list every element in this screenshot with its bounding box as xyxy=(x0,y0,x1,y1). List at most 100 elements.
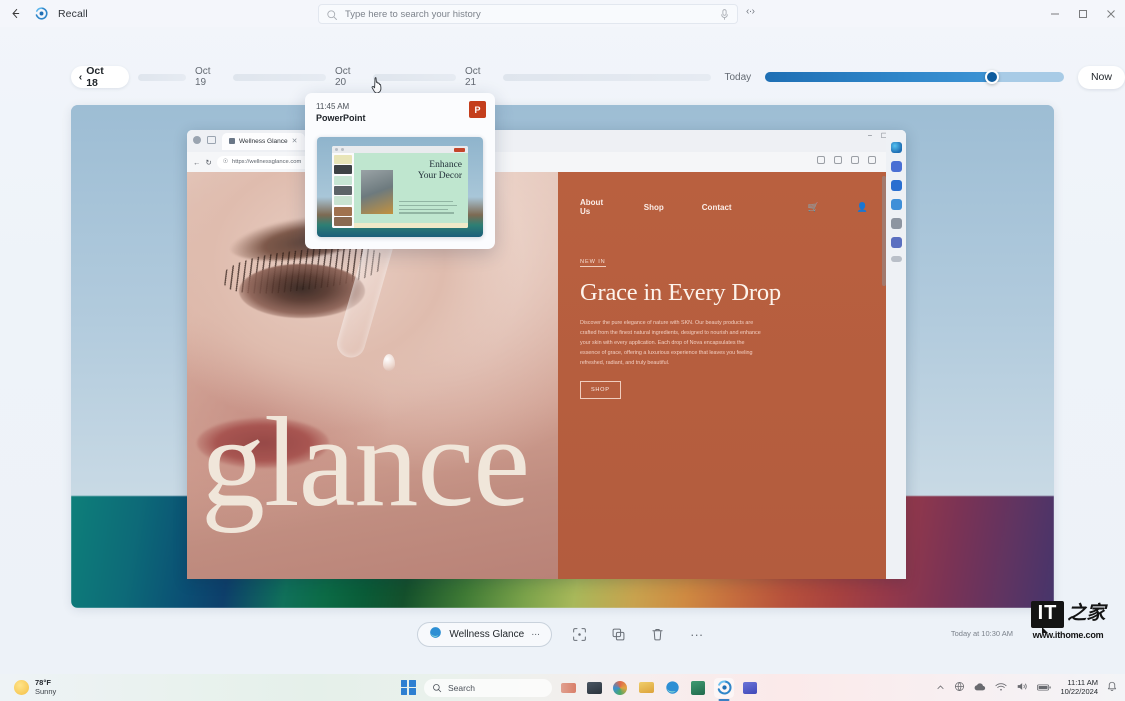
chevron-up-icon[interactable] xyxy=(936,679,945,697)
system-tray: 11:11 AM 10/22/2024 xyxy=(936,674,1117,701)
taskbar-app-file-explorer[interactable] xyxy=(584,678,604,698)
search-input[interactable] xyxy=(345,9,719,20)
volume-icon[interactable] xyxy=(1016,679,1028,697)
sidebar-tool-3-icon[interactable] xyxy=(891,199,902,210)
slide-thumb xyxy=(334,176,352,185)
taskbar-search-box[interactable]: Search xyxy=(424,679,552,697)
watermark-cn-text: 之家 xyxy=(1067,603,1105,624)
cloud-icon[interactable] xyxy=(974,679,986,697)
now-button[interactable]: Now xyxy=(1078,66,1125,89)
snapshot-app-pill[interactable]: Wellness Glance ··· xyxy=(417,622,551,647)
timeline-segment-4[interactable] xyxy=(503,74,711,81)
timeline-selected-date-label: Oct 18 xyxy=(86,65,118,89)
timeline-today-label: Today xyxy=(724,72,751,83)
taskbar-app-teams[interactable] xyxy=(740,678,760,698)
browser-collections-icon[interactable] xyxy=(834,156,842,164)
taskbar-weather-widget[interactable]: 78°F Sunny xyxy=(14,679,56,695)
more-options-icon[interactable]: ··· xyxy=(686,623,708,645)
browser-copilot-icon[interactable] xyxy=(868,156,876,164)
history-search-bar[interactable] xyxy=(318,4,738,24)
taskbar-app-photos[interactable] xyxy=(610,678,630,698)
timeline-slider[interactable] xyxy=(765,72,1064,82)
taskbar-app-folder[interactable] xyxy=(636,678,656,698)
browser-split-screen-icon[interactable] xyxy=(817,156,825,164)
search-icon xyxy=(326,8,338,20)
sidebar-copilot-icon[interactable] xyxy=(891,142,902,153)
browser-minimize-button[interactable]: – xyxy=(868,132,872,140)
browser-tab[interactable]: Wellness Glance ✕ xyxy=(222,133,305,150)
thumbnail-present-button xyxy=(454,148,465,152)
thumbnail-slide-rail xyxy=(332,153,354,228)
account-icon[interactable]: 👤 xyxy=(857,202,868,213)
hover-card-thumbnail[interactable]: Enhance Your Decor xyxy=(317,137,483,237)
wifi-icon[interactable] xyxy=(995,679,1007,697)
site-nav-about-us[interactable]: About Us xyxy=(580,198,606,216)
timeline-date-oct21[interactable]: Oct 21 xyxy=(465,66,494,88)
timeline-segment-2[interactable] xyxy=(233,74,326,81)
site-nav-contact[interactable]: Contact xyxy=(702,203,732,212)
close-button[interactable] xyxy=(1097,0,1125,27)
timeline-date-oct19[interactable]: Oct 19 xyxy=(195,66,224,88)
site-info-icon[interactable]: ☉ xyxy=(223,159,228,165)
browser-tab-search-icon[interactable] xyxy=(207,136,216,144)
site-hero-copy: NEW IN Grace in Every Drop Discover the … xyxy=(558,216,848,399)
browser-address-bar-row: ← ↻ ☉ https://wellnessglance.com xyxy=(187,152,906,172)
timeline-hover-preview-card: 11:45 AM PowerPoint P xyxy=(305,93,495,249)
visual-search-icon[interactable] xyxy=(569,623,591,645)
timeline-slider-fill xyxy=(765,72,992,82)
titlebar-more-button[interactable]: ‹·› xyxy=(746,6,755,17)
taskbar-app-widgets[interactable] xyxy=(558,678,578,698)
site-nav: About Us Shop Contact 🛒 👤 xyxy=(558,172,906,216)
trash-icon[interactable] xyxy=(647,623,669,645)
site-eyebrow: NEW IN xyxy=(580,259,606,267)
taskbar-app-recall[interactable] xyxy=(714,678,734,698)
tab-close-icon[interactable]: ✕ xyxy=(292,137,298,145)
browser-back-icon[interactable]: ← xyxy=(193,158,201,167)
battery-icon[interactable] xyxy=(1037,679,1051,697)
sidebar-tool-4-icon[interactable] xyxy=(891,218,902,229)
weather-condition: Sunny xyxy=(35,688,56,696)
chevron-left-icon: ‹ xyxy=(79,71,83,83)
site-shop-button[interactable]: SHOP xyxy=(580,381,621,399)
browser-refresh-icon[interactable]: ↻ xyxy=(206,158,212,167)
copy-icon[interactable] xyxy=(608,623,630,645)
sidebar-tool-5-icon[interactable] xyxy=(891,237,902,248)
window-controls xyxy=(1041,0,1125,27)
site-nav-shop[interactable]: Shop xyxy=(644,203,664,212)
network-icon[interactable] xyxy=(954,679,965,697)
minimize-button[interactable] xyxy=(1041,0,1069,27)
hero-serum-drop xyxy=(383,354,395,371)
microphone-icon[interactable] xyxy=(719,8,730,21)
taskbar-app-store[interactable] xyxy=(688,678,708,698)
taskbar-app-edge[interactable] xyxy=(662,678,682,698)
captured-website: glance About Us Shop Contact 🛒 👤 NEW IN … xyxy=(187,172,906,579)
taskbar-search-placeholder: Search xyxy=(448,683,475,693)
timeline-slider-thumb[interactable] xyxy=(985,70,999,84)
thumbnail-active-slide: Enhance Your Decor xyxy=(354,153,468,228)
snapshot-app-more-icon[interactable]: ··· xyxy=(531,629,540,640)
timeline-date-oct20[interactable]: Oct 20 xyxy=(335,66,364,88)
browser-favorites-icon[interactable] xyxy=(851,156,859,164)
timeline-selected-date-chip[interactable]: ‹ Oct 18 xyxy=(71,66,129,88)
clock-date: 10/22/2024 xyxy=(1060,688,1098,696)
windows-start-icon[interactable] xyxy=(398,678,418,698)
snapshot-timestamp: Today at 10:30 AM xyxy=(951,629,1013,638)
browser-url: https://wellnessglance.com xyxy=(232,159,301,165)
browser-profile-icon[interactable] xyxy=(193,136,201,144)
timeline-segment-1[interactable] xyxy=(138,74,186,81)
sidebar-tool-1-icon[interactable] xyxy=(891,161,902,172)
timeline-segment-3[interactable] xyxy=(373,74,456,81)
recall-snapshot-canvas[interactable]: Wellness Glance ✕ – ☐ ✕ ← ↻ ☉ https://we… xyxy=(71,105,1054,608)
sidebar-tool-2-icon[interactable] xyxy=(891,180,902,191)
browser-tab-title: Wellness Glance xyxy=(239,138,288,145)
back-button[interactable] xyxy=(0,0,30,27)
thumbnail-body: Enhance Your Decor xyxy=(332,153,468,228)
ithome-watermark: IT之家 www.ithome.com xyxy=(1019,598,1117,640)
shopping-cart-icon[interactable]: 🛒 xyxy=(808,202,819,213)
sidebar-add-icon[interactable] xyxy=(891,256,902,262)
notification-bell-icon[interactable] xyxy=(1107,679,1117,697)
title-bar: Recall ‹·› xyxy=(0,0,1125,27)
app-title: Recall xyxy=(58,8,88,20)
maximize-button[interactable] xyxy=(1069,0,1097,27)
taskbar-clock[interactable]: 11:11 AM 10/22/2024 xyxy=(1060,679,1098,696)
